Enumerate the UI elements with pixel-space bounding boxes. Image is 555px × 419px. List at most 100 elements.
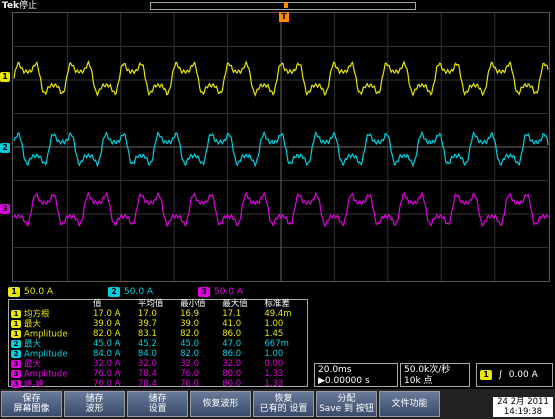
row-value: 76.0 A xyxy=(93,368,121,379)
ch1-scale-value: 50.0 A xyxy=(24,286,54,297)
trigger-readout[interactable]: 1 ∫ 0.00 A xyxy=(476,363,553,387)
row-value: 32.0 A xyxy=(93,358,121,369)
assign-save-button[interactable]: 分配 Save 到 按钮 xyxy=(316,391,377,417)
row-min: 76.0 xyxy=(180,368,200,379)
row-std: 667m xyxy=(264,338,289,349)
graticule-center xyxy=(13,13,549,281)
ch3-badge: 3 xyxy=(198,286,210,297)
file-utilities-button[interactable]: 文件功能 xyxy=(379,391,440,417)
save-screen-image-button[interactable]: 保存 屏幕图像 xyxy=(1,391,62,417)
row-channel-badge: 2 xyxy=(11,349,21,358)
channel-scale-readouts: 1 50.0 A 2 50.0 A 3 50.0 A xyxy=(8,285,278,298)
ch1-badge: 1 xyxy=(8,286,20,297)
row-name: Amplitude xyxy=(24,349,68,359)
save-waveform-button[interactable]: 储存 波形 xyxy=(64,391,125,417)
row-max: 86.0 xyxy=(222,328,242,339)
softkey-line2: 设置 xyxy=(148,404,167,414)
row-min: 32.0 xyxy=(180,358,200,369)
row-max: 41.0 xyxy=(222,318,242,329)
softkey-line1: 保存 xyxy=(22,394,41,404)
table-row: 2 Amplitude 84.0 A 84.0 82.0 86.0 1.00 xyxy=(9,348,307,360)
softkey-bar: 保存 屏幕图像 储存 波形 储存 设置 恢复波形 恢复 已有的 设置 分配 Save 到 … xyxy=(0,389,555,419)
table-row: 3 峰-峰 76.0 A 78.4 76.0 80.0 1.33 xyxy=(9,378,307,390)
run-status: 停止 xyxy=(19,1,38,11)
trigger-position-marker: T xyxy=(279,12,289,22)
row-mean: 84.0 xyxy=(137,348,157,359)
row-std: 1.00 xyxy=(264,318,284,329)
row-std: 1.33 xyxy=(264,368,284,379)
row-value: 82.0 A xyxy=(93,328,121,339)
time-label: 14:19:38 xyxy=(503,407,543,417)
row-channel-badge: 1 xyxy=(11,329,21,338)
ch1-scale[interactable]: 1 50.0 A xyxy=(8,286,98,297)
row-max: 86.0 xyxy=(222,348,242,359)
date-time-readout: 24 2月 2011 14:19:38 xyxy=(493,397,553,417)
save-setup-button[interactable]: 储存 设置 xyxy=(127,391,188,417)
table-row: 1 均方根 17.0 A 17.0 16.9 17.1 49.4m xyxy=(9,308,307,320)
row-channel-badge: 3 xyxy=(11,369,21,378)
softkey-line2: 已有的 设置 xyxy=(259,404,308,414)
softkey-line1: 储存 xyxy=(148,394,167,404)
table-row: 2 最大 45.0 A 45.2 45.0 47.0 667m xyxy=(9,338,307,350)
row-min: 82.0 xyxy=(180,328,200,339)
row-value: 39.0 A xyxy=(93,318,121,329)
record-position-marker xyxy=(284,2,288,8)
brand-label: Tek xyxy=(2,1,20,11)
softkey-line2: Save 到 按钮 xyxy=(319,404,374,414)
acquisition-readout[interactable]: 50.0k次/秒 10k 点 xyxy=(400,363,470,387)
row-mean: 83.1 xyxy=(137,328,157,339)
waveform-display xyxy=(12,12,550,282)
row-std: 0.00 xyxy=(264,358,284,369)
trigger-level: 0.00 A xyxy=(508,369,538,380)
ch3-scale[interactable]: 3 50.0 A xyxy=(198,286,278,297)
row-mean: 78.4 xyxy=(137,368,157,379)
timebase-readout[interactable]: 20.0ms ▶0.00000 s xyxy=(314,363,398,387)
row-channel-badge: 2 xyxy=(11,339,21,348)
row-name: 均方根 xyxy=(24,309,50,319)
row-channel-badge: 1 xyxy=(11,319,21,328)
ch3-scale-value: 50.0 A xyxy=(214,286,244,297)
ch1-ground-marker[interactable]: 1 xyxy=(0,72,10,82)
sample-rate: 50.0k次/秒 xyxy=(404,365,451,375)
softkey-line1: 储存 xyxy=(85,394,104,404)
ch2-scale[interactable]: 2 50.0 A xyxy=(108,286,188,297)
top-status-bar: Tek停止 xyxy=(0,0,555,12)
row-mean: 17.0 xyxy=(137,308,157,319)
row-max: 80.0 xyxy=(222,368,242,379)
trigger-source-badge: 1 xyxy=(480,370,492,380)
row-max: 17.1 xyxy=(222,308,242,319)
header-blank xyxy=(9,300,91,310)
recall-setup-button[interactable]: 恢复 已有的 设置 xyxy=(253,391,314,417)
row-min: 39.0 xyxy=(180,318,200,329)
softkey-line1: 恢复 xyxy=(274,394,293,404)
row-max: 47.0 xyxy=(222,338,242,349)
timebase-delay: ▶0.00000 s xyxy=(318,376,370,386)
row-mean: 45.2 xyxy=(137,338,157,349)
row-name: 最大 xyxy=(24,319,42,329)
row-max: 80.0 xyxy=(222,378,242,389)
row-name: 最大 xyxy=(24,359,42,369)
brand-status: Tek停止 xyxy=(2,0,37,12)
softkey-line1: 分配 xyxy=(337,394,356,404)
measurement-table: 值 平均值 最小值 最大值 标准差 1 均方根 17.0 A 17.0 16.9 … xyxy=(8,299,308,390)
ch2-ground-marker[interactable]: 2 xyxy=(0,143,10,153)
ch2-badge: 2 xyxy=(108,286,120,297)
row-std: 1.00 xyxy=(264,348,284,359)
row-name: Amplitude xyxy=(24,329,68,339)
row-value: 84.0 A xyxy=(93,348,121,359)
row-mean: 78.4 xyxy=(137,378,157,389)
recall-waveform-button[interactable]: 恢复波形 xyxy=(190,391,251,417)
row-std: 1.33 xyxy=(264,378,284,389)
row-min: 16.9 xyxy=(180,308,200,319)
row-channel-badge: 1 xyxy=(11,309,21,318)
row-value: 45.0 A xyxy=(93,338,121,349)
measurement-header: 值 平均值 最小值 最大值 标准差 xyxy=(9,299,307,310)
trigger-slope-icon: ∫ xyxy=(498,369,503,380)
softkey-line1: 文件功能 xyxy=(391,399,428,409)
ch3-ground-marker[interactable]: 3 xyxy=(0,204,10,214)
row-name: Amplitude xyxy=(24,369,68,379)
row-mean: 39.7 xyxy=(137,318,157,329)
row-mean: 32.0 xyxy=(137,358,157,369)
date-label: 24 2月 2011 xyxy=(497,397,549,407)
row-channel-badge: 3 xyxy=(11,379,21,388)
